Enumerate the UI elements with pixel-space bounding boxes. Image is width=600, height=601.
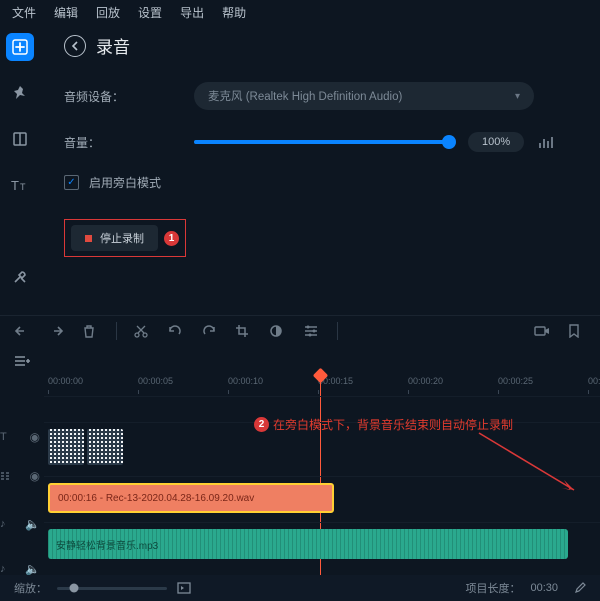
volume-label: 音量：: [64, 134, 194, 151]
ruler-tick: 00:00:20: [408, 376, 443, 386]
menu-file[interactable]: 文件: [12, 4, 36, 21]
zoom-slider[interactable]: [57, 587, 167, 590]
tools-icon: [12, 269, 28, 285]
text-icon: TT: [11, 177, 29, 193]
volume-value: 100%: [468, 132, 524, 152]
ruler-tick: 00:00:25: [498, 376, 533, 386]
status-bar: 缩放： 项目长度： 00:30: [0, 575, 600, 601]
qr-thumbnail: [87, 429, 123, 465]
eye-icon[interactable]: ◉: [30, 469, 40, 483]
duration-value: 00:30: [530, 582, 558, 594]
narration-label: 启用旁白模式: [89, 174, 161, 191]
track-audio-bgm[interactable]: 安静轻松背景音乐.mp3: [44, 522, 600, 568]
clip-label: 安静轻松背景音乐.mp3: [56, 537, 158, 552]
annotation-badge-2: 2: [254, 417, 269, 432]
annotation-2: 2 在旁白模式下，背景音乐结束则自动停止录制: [254, 416, 513, 433]
duration-label: 项目长度：: [465, 580, 520, 596]
panel-title: 录音: [96, 33, 130, 58]
add-track-button[interactable]: [0, 346, 44, 375]
rotate-left-button[interactable]: [167, 324, 185, 338]
crop-button[interactable]: [235, 324, 253, 338]
back-button[interactable]: [64, 35, 86, 57]
track-audio-rec[interactable]: 00:00:16 - Rec-13-2020.04.28-16.09.20.wa…: [44, 476, 600, 522]
track-headers: T ◉ ◉ ♪ 🔈 ♪ 🔈: [0, 346, 44, 591]
clip-label: 00:00:16 - Rec-13-2020.04.28-16.09.20.wa…: [58, 493, 254, 504]
menu-edit[interactable]: 编辑: [54, 4, 78, 21]
pin-icon: [12, 85, 28, 101]
narration-checkbox[interactable]: ✓: [64, 175, 79, 190]
rotate-right-button[interactable]: [201, 324, 219, 338]
track-header-text[interactable]: T ◉: [0, 424, 44, 449]
pin-button[interactable]: [6, 79, 34, 107]
speaker-icon[interactable]: 🔈: [25, 562, 40, 576]
volume-slider[interactable]: [194, 140, 454, 144]
undo-button[interactable]: [14, 324, 32, 338]
text-tool-button[interactable]: TT: [6, 171, 34, 199]
eye-icon[interactable]: ◉: [30, 430, 40, 444]
ruler-tick: 00:00:10: [228, 376, 263, 386]
timeline: T ◉ ◉ ♪ 🔈 ♪ 🔈 00:00:00 00:00:05 00:00:10…: [0, 346, 600, 591]
menu-settings[interactable]: 设置: [138, 4, 162, 21]
ruler-tick: 00:00:00: [48, 376, 83, 386]
delete-button[interactable]: [82, 324, 100, 338]
svg-text:T: T: [11, 178, 19, 193]
moon-icon: [12, 223, 28, 239]
track-area[interactable]: 00:00:00 00:00:05 00:00:10 00:00:15 00:0…: [44, 346, 600, 591]
tools-button[interactable]: [6, 263, 34, 291]
theme-button[interactable]: [6, 217, 34, 245]
stop-icon: [85, 235, 92, 242]
chevron-left-icon: [71, 41, 79, 51]
zoom-label: 缩放：: [14, 580, 47, 596]
ruler-tick: 00:00:30: [588, 376, 600, 386]
duration-edit-button[interactable]: [574, 582, 586, 594]
stop-record-label: 停止录制: [100, 230, 144, 246]
menu-export[interactable]: 导出: [180, 4, 204, 21]
device-value: 麦克风 (Realtek High Definition Audio): [208, 88, 402, 104]
ruler-tick: 00:00:05: [138, 376, 173, 386]
stop-record-button[interactable]: 停止录制: [71, 225, 158, 251]
timeline-toolbar: [0, 315, 600, 346]
menu-help[interactable]: 帮助: [222, 4, 246, 21]
recording-clip[interactable]: 00:00:16 - Rec-13-2020.04.28-16.09.20.wa…: [48, 483, 334, 513]
plus-icon: [12, 39, 28, 55]
menu-playback[interactable]: 回放: [96, 4, 120, 21]
color-adjust-button[interactable]: [269, 324, 287, 338]
qr-thumbnail: [48, 429, 84, 465]
add-media-button[interactable]: [6, 33, 34, 61]
layout-button[interactable]: [6, 125, 34, 153]
marker-button[interactable]: [568, 324, 586, 338]
device-select[interactable]: 麦克风 (Realtek High Definition Audio) ▾: [194, 82, 534, 110]
side-toolbar: TT: [0, 25, 40, 315]
track-header-audio-1[interactable]: ♪ 🔈: [0, 502, 44, 547]
record-button[interactable]: [534, 324, 552, 338]
zoom-fit-button[interactable]: [177, 582, 191, 594]
equalizer-icon[interactable]: [538, 135, 554, 149]
cut-button[interactable]: [133, 324, 151, 338]
media-thumbnails[interactable]: [48, 429, 123, 465]
panel-icon: [12, 131, 28, 147]
bgm-clip[interactable]: 安静轻松背景音乐.mp3: [48, 529, 568, 559]
annotation-2-text: 在旁白模式下，背景音乐结束则自动停止录制: [273, 416, 513, 433]
device-label: 音频设备：: [64, 88, 194, 105]
stop-record-highlight: 停止录制 1: [64, 219, 186, 257]
track-header-video[interactable]: ◉: [0, 450, 44, 502]
link-icon: [0, 470, 14, 482]
recording-panel: 录音 音频设备： 麦克风 (Realtek High Definition Au…: [40, 25, 600, 315]
adjust-button[interactable]: [303, 324, 321, 338]
redo-button[interactable]: [48, 324, 66, 338]
annotation-badge-1: 1: [164, 231, 179, 246]
chevron-down-icon: ▾: [515, 91, 520, 102]
speaker-icon[interactable]: 🔈: [25, 517, 40, 531]
svg-text:T: T: [20, 182, 26, 192]
menu-bar: 文件 编辑 回放 设置 导出 帮助: [0, 0, 600, 25]
